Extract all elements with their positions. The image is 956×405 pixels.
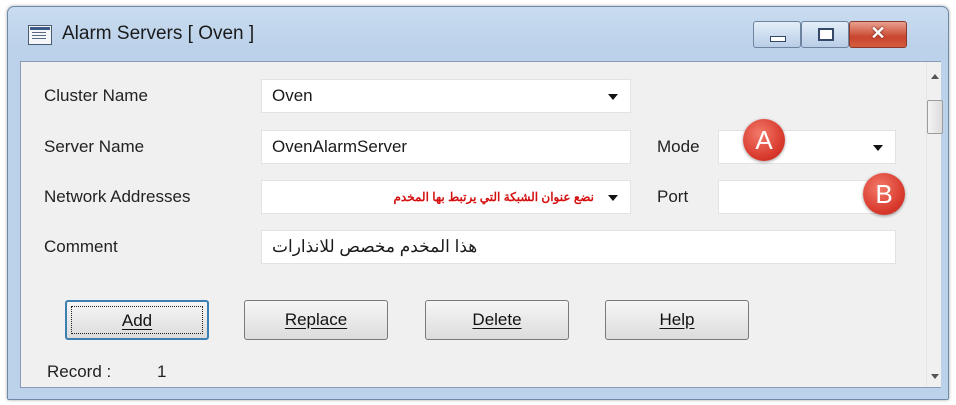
server-name-field[interactable]: OvenAlarmServer [261,130,631,164]
mode-label: Mode [657,137,700,156]
server-name-value: OvenAlarmServer [272,137,408,156]
cluster-name-value: Oven [272,86,313,105]
minimize-icon [770,36,786,42]
scroll-thumb[interactable] [927,100,943,134]
cluster-name-dropdown[interactable]: Oven [261,79,631,113]
comment-value: هذا المخدم مخصص للانذارات [272,237,478,256]
server-name-label: Server Name [44,137,145,156]
add-button-label: Add [121,311,153,330]
comment-label: Comment [44,237,118,256]
form-area: Cluster Name Oven Server Name OvenAlarmS… [20,61,943,388]
port-label: Port [657,187,689,206]
annotation-marker-b: B [863,173,905,215]
annotation-marker-a: A [743,119,785,161]
delete-button[interactable]: Delete [425,300,569,340]
chevron-down-icon [608,94,618,100]
scroll-up-icon[interactable] [931,74,939,79]
network-addresses-label: Network Addresses [44,187,191,206]
alarm-servers-window: Alarm Servers [ Oven ] ✕ Cluster Name Ov… [7,6,949,400]
replace-button[interactable]: Replace [244,300,388,340]
maximize-icon [818,28,834,41]
network-addresses-dropdown[interactable]: نضع عنوان الشبكة التي يرتبط بها المخدم [261,180,631,214]
add-button[interactable]: Add [65,300,209,340]
chevron-down-icon [608,195,618,201]
replace-button-label: Replace [284,310,348,329]
minimize-button[interactable] [753,21,801,48]
help-button[interactable]: Help [605,300,749,340]
help-button-label: Help [659,310,695,329]
window-title: Alarm Servers [ Oven ] [62,23,255,44]
comment-field[interactable]: هذا المخدم مخصص للانذارات [261,230,896,264]
record-label: Record : [47,362,112,381]
maximize-button[interactable] [801,21,849,48]
delete-button-label: Delete [472,310,522,329]
scroll-down-icon[interactable] [931,374,939,379]
close-icon: ✕ [870,23,886,43]
app-icon [28,25,52,45]
title-bar[interactable]: Alarm Servers [ Oven ] ✕ [8,7,948,61]
close-button[interactable]: ✕ [849,21,907,48]
record-number: 1 [157,362,167,381]
vertical-scrollbar[interactable] [926,62,943,387]
cluster-name-label: Cluster Name [44,86,148,105]
chevron-down-icon [873,145,883,151]
network-addresses-value: نضع عنوان الشبكة التي يرتبط بها المخدم [393,190,595,204]
